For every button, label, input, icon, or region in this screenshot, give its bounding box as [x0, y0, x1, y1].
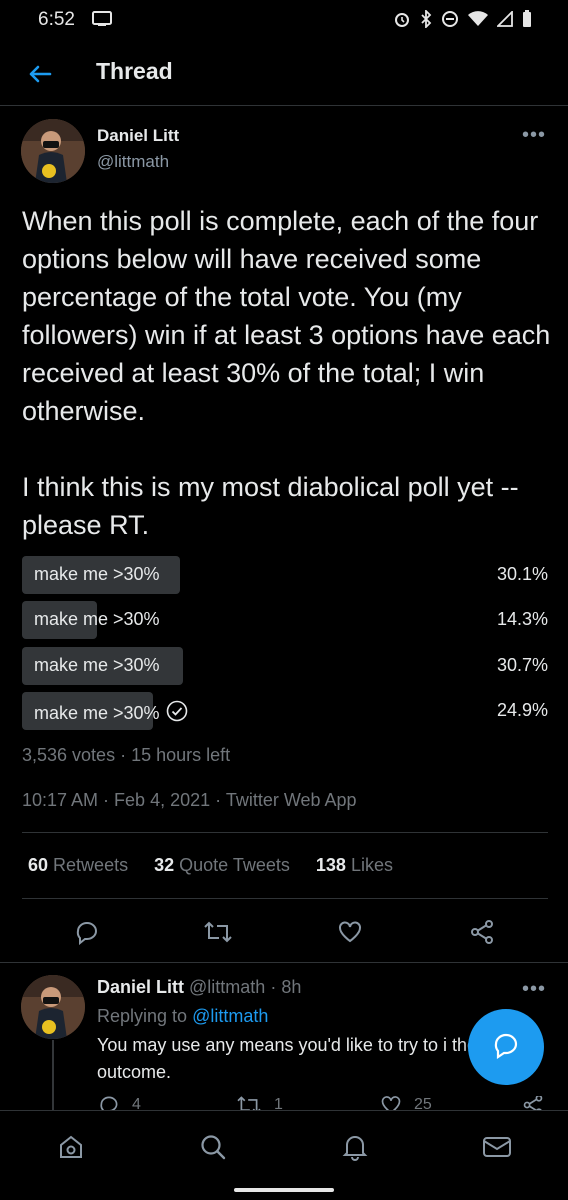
poll-time-left: 15 hours left: [131, 745, 231, 765]
poll-option: make me >30% 14.3%: [22, 601, 548, 639]
wifi-icon: [468, 11, 488, 32]
reply-author-name[interactable]: Daniel Litt: [97, 977, 184, 997]
poll-option: make me >30% 30.1%: [22, 556, 548, 594]
quote-tweets-stat[interactable]: 32 Quote Tweets: [154, 855, 290, 876]
reply-author-handle[interactable]: @littmath: [189, 977, 265, 997]
author-name[interactable]: Daniel Litt: [97, 126, 179, 146]
bluetooth-icon: [420, 8, 432, 33]
poll-meta: 3,536 votes · 15 hours left: [22, 745, 231, 765]
page-title: Thread: [96, 58, 173, 84]
back-arrow-icon[interactable]: [24, 58, 56, 90]
status-bar: 6:52: [0, 0, 568, 40]
retweets-stat[interactable]: 60 Retweets: [28, 855, 128, 876]
tweet-timestamp-line: 10:17 AM · Feb 4, 2021 · Twitter Web App: [22, 790, 357, 810]
check-circle-icon: [166, 700, 188, 727]
do-not-disturb-icon: [441, 10, 459, 33]
reply-header: Daniel Litt @littmath · 8h: [97, 977, 302, 997]
tweet-actions: [0, 912, 568, 952]
share-icon[interactable]: [462, 912, 502, 952]
speech-bubble-icon: [492, 1031, 520, 1064]
reply-icon[interactable]: [67, 912, 107, 952]
tweet-stats: 60 Retweets 32 Quote Tweets 138 Likes: [28, 855, 393, 876]
poll-option-percent: 30.7%: [496, 655, 548, 675]
replying-to-link[interactable]: @littmath: [192, 1006, 268, 1026]
tweet-timestamp[interactable]: 10:17 AM · Feb 4, 2021: [22, 790, 210, 810]
author-handle[interactable]: @littmath: [97, 152, 169, 172]
cast-icon: [92, 11, 112, 32]
avatar[interactable]: [21, 119, 85, 183]
poll-option-label: make me >30%: [34, 609, 160, 629]
poll-option: make me >30% 24.9%: [22, 692, 548, 730]
poll-option-label: make me >30%: [34, 703, 160, 723]
retweet-icon[interactable]: [198, 912, 238, 952]
like-icon[interactable]: [330, 912, 370, 952]
replying-to: Replying to @littmath: [97, 1006, 269, 1026]
messages-mail-icon[interactable]: [477, 1127, 517, 1167]
divider: [0, 962, 568, 963]
tweet-text: When this poll is complete, each of the …: [22, 206, 551, 540]
bottom-navigation: [0, 1110, 568, 1200]
app-bar: Thread: [0, 40, 568, 106]
status-time: 6:52: [38, 9, 75, 30]
alarm-icon: [393, 10, 411, 33]
search-icon[interactable]: [193, 1127, 233, 1167]
poll-option: make me >30% 30.7%: [22, 647, 548, 685]
compose-reply-button[interactable]: [468, 1009, 544, 1085]
reply-more-options-icon[interactable]: •••: [522, 978, 546, 1001]
tweet-source[interactable]: Twitter Web App: [226, 790, 357, 810]
gesture-home-bar[interactable]: [234, 1188, 334, 1192]
poll-option-label: make me >30%: [34, 655, 160, 675]
signal-icon: [495, 9, 513, 32]
home-icon[interactable]: [51, 1127, 91, 1167]
poll-option-percent: 14.3%: [496, 609, 548, 629]
reply-avatar[interactable]: [21, 975, 85, 1039]
notifications-bell-icon[interactable]: [335, 1127, 375, 1167]
poll-option-label: make me >30%: [34, 564, 160, 584]
poll-votes: 3,536 votes: [22, 745, 116, 765]
poll-option-percent: 30.1%: [496, 564, 548, 584]
status-icons: [393, 8, 532, 33]
divider: [22, 898, 548, 899]
reply-age: 8h: [281, 977, 302, 997]
reply-text: You may use any means you'd like to try …: [97, 1035, 477, 1082]
poll-option-percent: 24.9%: [496, 700, 548, 720]
likes-stat[interactable]: 138 Likes: [316, 855, 393, 876]
battery-icon: [522, 10, 532, 33]
divider: [22, 832, 548, 833]
more-options-icon[interactable]: •••: [522, 124, 546, 147]
